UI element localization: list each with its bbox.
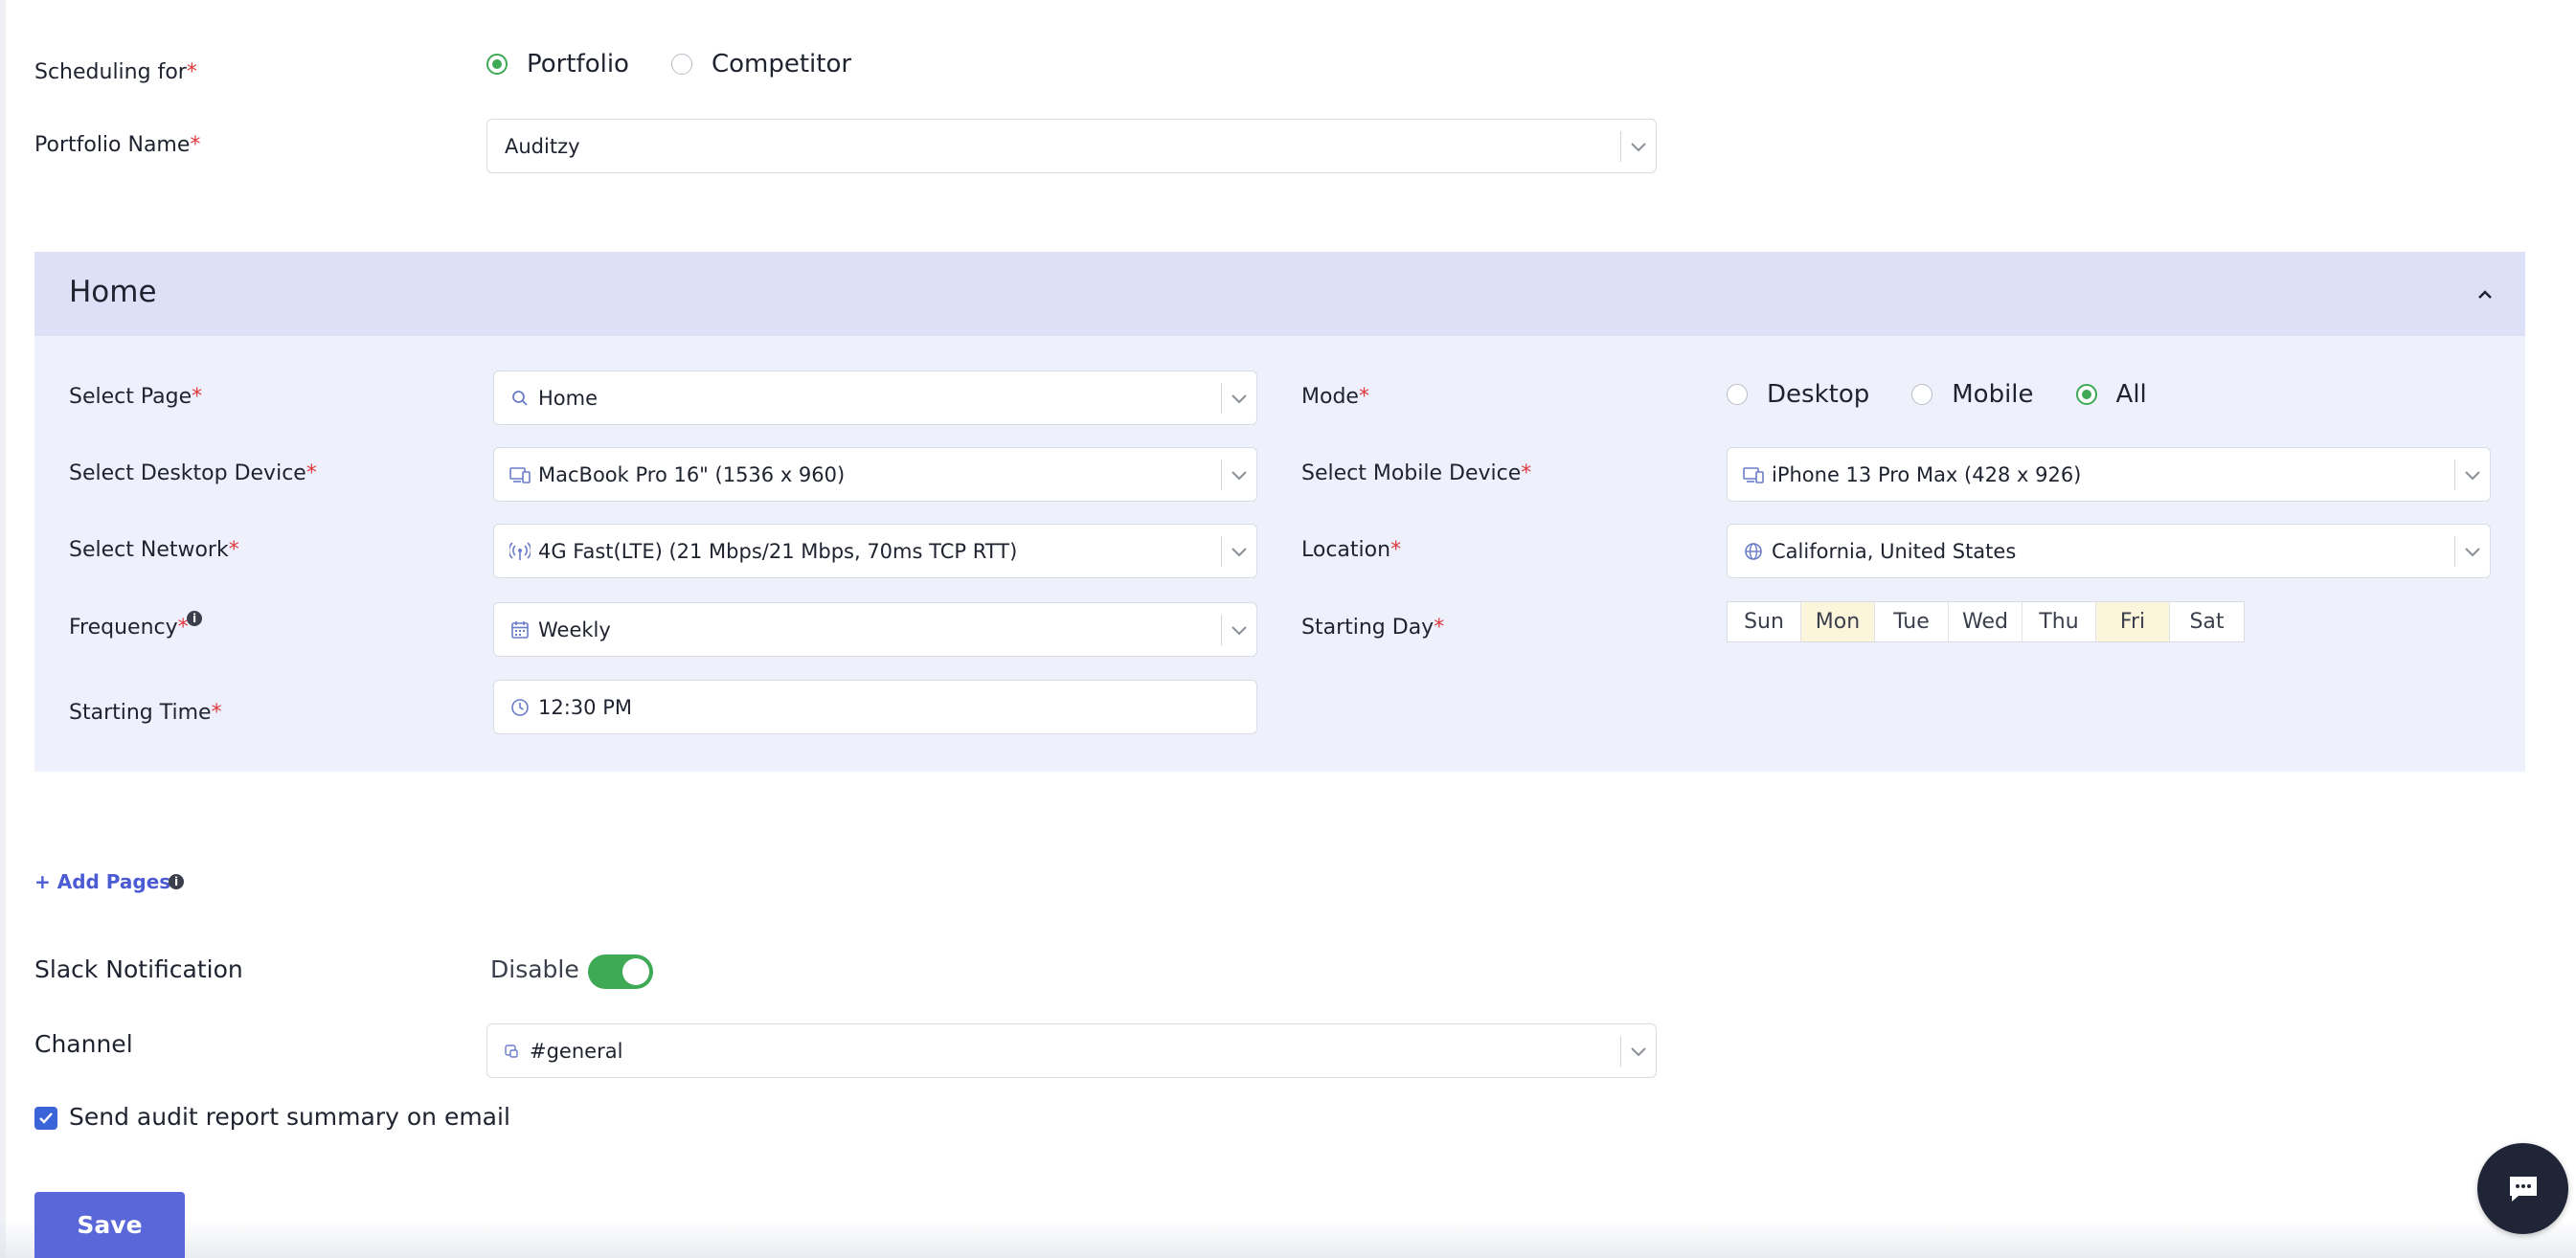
day-sun[interactable]: Sun bbox=[1728, 602, 1801, 641]
radio-circle bbox=[670, 54, 692, 75]
select-page-label: Select Page* bbox=[69, 385, 203, 409]
network-select[interactable]: 4G Fast(LTE) (21 Mbps/21 Mbps, 70ms TCP … bbox=[493, 524, 1257, 578]
email-summary-label: Send audit report summary on email bbox=[69, 1103, 510, 1131]
location-label: Location* bbox=[1301, 538, 1402, 562]
network-label: Select Network* bbox=[69, 538, 239, 562]
left-edge-strip bbox=[0, 0, 6, 1258]
email-summary-checkbox[interactable] bbox=[34, 1107, 57, 1130]
starting-day-label: Starting Day* bbox=[1301, 616, 1445, 640]
mode-radio-group: Desktop Mobile All bbox=[1727, 380, 2189, 409]
radio-all[interactable]: All bbox=[2075, 380, 2147, 409]
globe-icon bbox=[1743, 541, 1764, 562]
day-mon[interactable]: Mon bbox=[1801, 602, 1875, 641]
slack-notification-label: Slack Notification bbox=[34, 955, 243, 983]
radio-circle bbox=[1911, 384, 1933, 405]
signal-icon bbox=[509, 541, 531, 562]
portfolio-name-value: Auditzy bbox=[505, 134, 580, 158]
day-thu[interactable]: Thu bbox=[2022, 602, 2096, 641]
radio-portfolio[interactable]: Portfolio bbox=[486, 50, 629, 79]
page-panel-header[interactable]: Home bbox=[34, 252, 2525, 336]
search-icon bbox=[509, 388, 531, 409]
chevron-down-icon bbox=[1222, 603, 1256, 656]
chevron-down-icon bbox=[2455, 525, 2490, 577]
frequency-label: Frequency* bbox=[69, 616, 189, 640]
chevron-down-icon bbox=[1621, 120, 1656, 172]
mobile-device-label: Select Mobile Device* bbox=[1301, 461, 1532, 485]
chat-icon bbox=[2509, 1176, 2537, 1202]
chat-widget-button[interactable] bbox=[2477, 1143, 2568, 1234]
save-button[interactable]: Save bbox=[34, 1192, 185, 1258]
channel-select[interactable]: #general bbox=[486, 1023, 1657, 1078]
page-panel-title: Home bbox=[69, 275, 157, 309]
day-sat[interactable]: Sat bbox=[2170, 602, 2244, 641]
starting-time-label: Starting Time* bbox=[69, 701, 222, 725]
day-tue[interactable]: Tue bbox=[1875, 602, 1949, 641]
radio-desktop[interactable]: Desktop bbox=[1727, 380, 1869, 409]
starting-day-picker: Sun Mon Tue Wed Thu Fri Sat bbox=[1727, 601, 2245, 642]
starting-time-input[interactable]: 12:30 PM bbox=[493, 680, 1257, 734]
desktop-device-select[interactable]: MacBook Pro 16" (1536 x 960) bbox=[493, 447, 1257, 502]
bottom-shadow bbox=[0, 1220, 2576, 1258]
mode-label: Mode* bbox=[1301, 385, 1369, 409]
chevron-down-icon bbox=[1222, 448, 1256, 501]
select-page-select[interactable]: Home bbox=[493, 371, 1257, 425]
calendar-icon bbox=[509, 619, 531, 640]
radio-circle-checked bbox=[2075, 384, 2097, 405]
desktop-device-label: Select Desktop Device* bbox=[69, 461, 317, 485]
day-wed[interactable]: Wed bbox=[1949, 602, 2022, 641]
portfolio-name-label: Portfolio Name* bbox=[34, 133, 201, 157]
check-icon bbox=[39, 1112, 53, 1124]
chevron-down-icon bbox=[1222, 525, 1256, 577]
add-pages-info-icon[interactable]: i bbox=[169, 874, 184, 889]
device-icon bbox=[509, 464, 531, 485]
mobile-device-select[interactable]: iPhone 13 Pro Max (428 x 926) bbox=[1727, 447, 2491, 502]
chevron-down-icon bbox=[1222, 371, 1256, 424]
location-select[interactable]: California, United States bbox=[1727, 524, 2491, 578]
channel-label: Channel bbox=[34, 1030, 133, 1058]
add-pages-link[interactable]: + Add Pages bbox=[34, 870, 170, 893]
radio-mobile[interactable]: Mobile bbox=[1911, 380, 2034, 409]
slack-notification-toggle[interactable] bbox=[588, 955, 653, 989]
radio-circle bbox=[1727, 384, 1748, 405]
radio-competitor[interactable]: Competitor bbox=[670, 50, 851, 79]
portfolio-name-select[interactable]: Auditzy bbox=[486, 119, 1657, 173]
scheduling-for-label: Scheduling for* bbox=[34, 60, 197, 84]
chevron-up-icon[interactable] bbox=[2472, 281, 2498, 307]
day-fri[interactable]: Fri bbox=[2096, 602, 2170, 641]
chevron-down-icon bbox=[2455, 448, 2490, 501]
frequency-info-icon[interactable]: i bbox=[187, 611, 202, 626]
radio-circle-checked bbox=[486, 54, 508, 75]
slack-toggle-label: Disable bbox=[490, 955, 579, 983]
scheduling-for-radio-group: Portfolio Competitor bbox=[486, 50, 893, 79]
chevron-down-icon bbox=[1621, 1024, 1656, 1077]
clock-icon bbox=[509, 697, 531, 718]
device-icon bbox=[1743, 464, 1764, 485]
slack-channel-icon bbox=[501, 1041, 522, 1062]
frequency-select[interactable]: Weekly bbox=[493, 602, 1257, 657]
